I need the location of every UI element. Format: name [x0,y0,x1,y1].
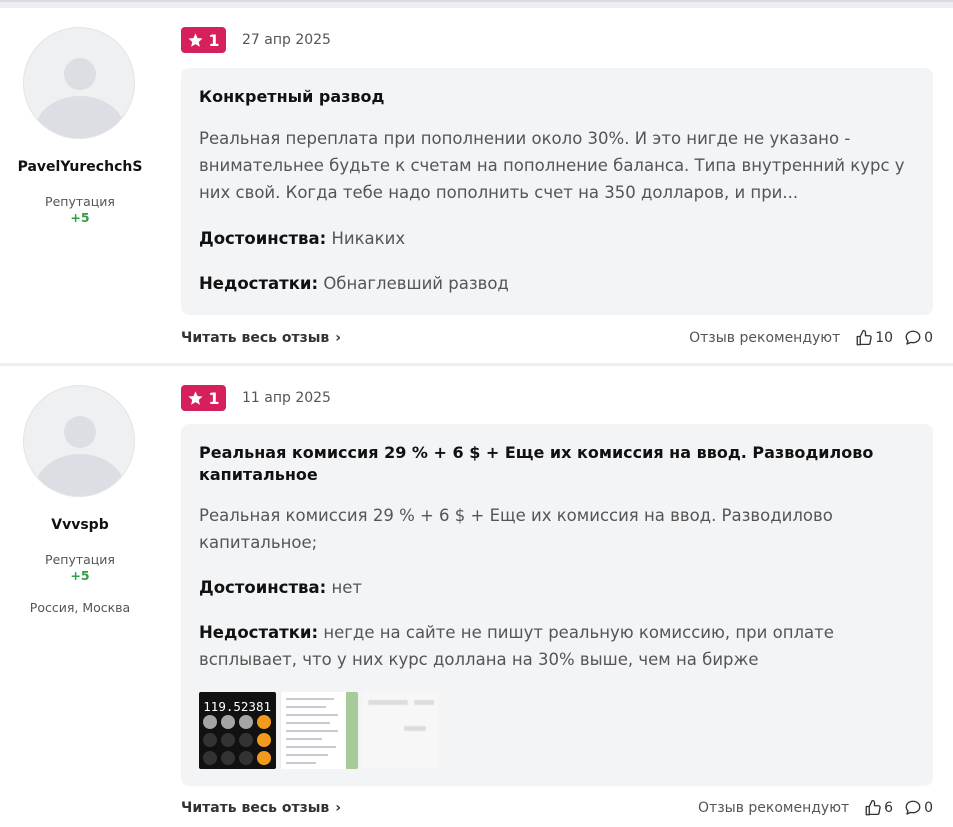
rating-value: 1 [208,388,220,408]
reputation-value: +5 [70,210,90,225]
read-more-label: Читать весь отзыв [181,330,330,346]
like-button[interactable]: 6 [864,799,893,817]
author-location: Россия, Москва [29,600,131,615]
review-date: 11 апр 2025 [242,390,331,406]
avatar-placeholder-head [64,416,96,448]
like-count: 6 [884,800,894,816]
review-photos: 119.52381 [199,692,439,769]
comment-count: 0 [924,800,933,816]
rating-value: 1 [208,30,220,50]
read-more-label: Читать весь отзыв [181,800,330,816]
review-text: Реальная комиссия 29 % + 6 $ + Еще их ко… [199,506,833,552]
rating-badge: 1 [181,385,226,411]
reputation-label: Репутация [45,194,115,209]
rating-badge: 1 [181,27,226,53]
star-icon [188,390,204,405]
comment-button[interactable]: 0 [904,329,933,347]
recommend-label: Отзыв рекомендуют [689,330,841,346]
star-icon [188,32,204,47]
review-pros: Достоинства: Никаких [199,225,914,252]
photo-thumbnail[interactable]: 119.52381 [199,692,276,769]
read-more-link[interactable]: Читать весь отзыв › [181,800,341,816]
review-cons: Недостатки: негде на сайте не пишут реал… [199,619,914,673]
reputation-value: +5 [70,568,90,583]
calculator-display: 119.52381 [203,699,271,714]
thumbs-up-icon [865,799,881,816]
review-date: 27 апр 2025 [242,32,331,48]
divider [0,0,953,2]
avatar[interactable] [23,385,135,497]
chevron-right-icon: › [335,330,342,346]
comment-icon [905,330,921,345]
thumbs-up-icon [856,329,872,346]
chevron-right-icon: › [335,800,342,816]
pros-text: нет [331,578,363,597]
review-pros: Достоинства: нет [199,574,914,601]
review-footer: Отзыв рекомендуют 6 0 [698,799,933,817]
review-card: PavelYurechchS Репутация +5 1 27 апр 202… [0,8,953,363]
avatar-placeholder-head [64,58,96,90]
review-body: Конкретный развод Реальная переплата при… [181,68,933,315]
comment-icon [905,800,921,815]
review-card: Vvvspb Репутация +5 Россия, Москва 1 11 … [0,366,953,827]
like-count: 10 [875,330,894,346]
photo-thumbnail[interactable] [362,692,439,769]
reputation-label: Репутация [45,552,115,567]
review-cons: Недостатки: Обнаглевший развод [199,270,914,297]
recommend-label: Отзыв рекомендуют [698,800,850,816]
review-text: Реальная переплата при пополнении около … [199,129,905,202]
cons-label: Недостатки: [199,274,319,293]
reviews-page: PavelYurechchS Репутация +5 1 27 апр 202… [0,0,953,827]
photo-thumbnail[interactable] [280,692,358,769]
calculator-keys [203,715,271,765]
author-name[interactable]: Vvvspb [0,517,160,533]
review-title[interactable]: Конкретный развод [199,86,899,108]
pros-text: Никаких [331,229,406,248]
like-button[interactable]: 10 [855,329,893,347]
pros-label: Достоинства: [199,229,327,248]
pros-label: Достоинства: [199,578,327,597]
comment-button[interactable]: 0 [904,799,933,817]
cons-text: Обнаглевший развод [323,274,509,293]
review-title[interactable]: Реальная комиссия 29 % + 6 $ + Еще их ко… [199,442,899,486]
avatar-placeholder-body [35,96,125,138]
avatar[interactable] [23,27,135,139]
review-body: Реальная комиссия 29 % + 6 $ + Еще их ко… [181,424,933,786]
review-footer: Отзыв рекомендуют 10 0 [689,329,933,347]
avatar-placeholder-body [35,454,125,496]
author-name[interactable]: PavelYurechchS [0,159,160,175]
cons-label: Недостатки: [199,623,319,642]
read-more-link[interactable]: Читать весь отзыв › [181,330,341,346]
comment-count: 0 [924,330,933,346]
